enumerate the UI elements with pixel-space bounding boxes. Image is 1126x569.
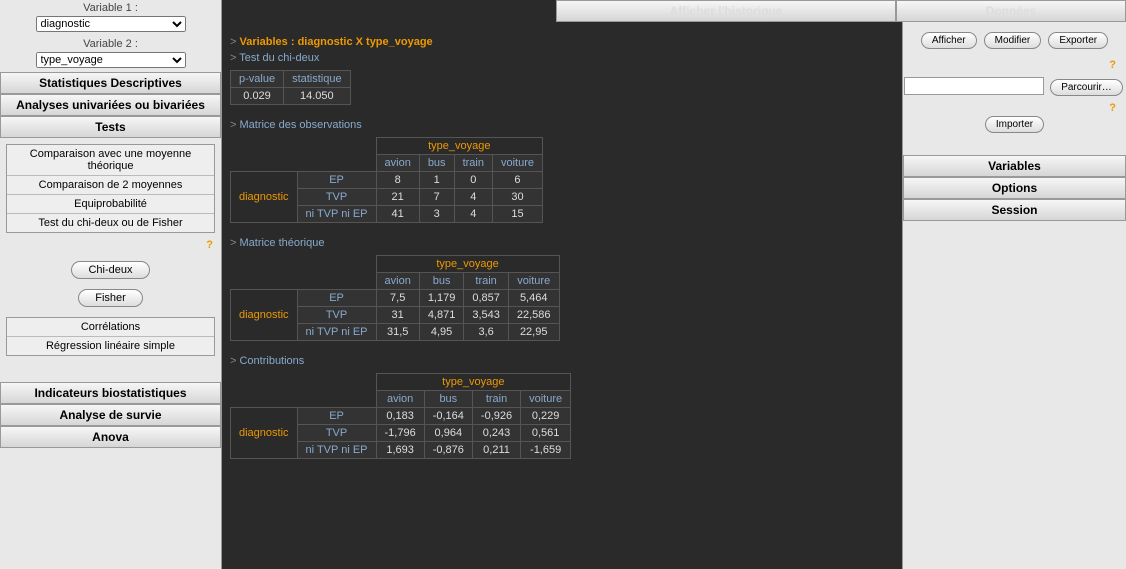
chi2-pvalue-header: p-value	[231, 71, 284, 88]
section-biostat[interactable]: Indicateurs biostatistiques	[0, 382, 221, 404]
menu-comp-2-moyennes[interactable]: Comparaison de 2 moyennes	[7, 176, 214, 195]
section-tests[interactable]: Tests	[0, 116, 221, 138]
variables-header[interactable]: Variables	[903, 155, 1126, 177]
menu-chi2-fisher[interactable]: Test du chi-deux ou de Fisher	[7, 214, 214, 232]
sidebar-right: Afficher Modifier Exporter ? Parcourir… …	[902, 0, 1126, 569]
section-stats-desc[interactable]: Statistiques Descriptives	[0, 72, 221, 94]
menu-correlations[interactable]: Corrélations	[7, 318, 214, 337]
contributions-label: > Contributions	[230, 355, 894, 367]
modifier-button[interactable]: Modifier	[984, 32, 1042, 49]
tests-menu: Comparaison avec une moyenne théorique C…	[6, 144, 215, 233]
section-analyses[interactable]: Analyses univariées ou bivariées	[0, 94, 221, 116]
variable-1-select[interactable]: diagnostic	[36, 16, 186, 32]
sidebar-left: Variable 1 : diagnostic Variable 2 : typ…	[0, 0, 222, 569]
menu-equiprobabilite[interactable]: Equiprobabilité	[7, 195, 214, 214]
help-icon-tests[interactable]: ?	[0, 239, 221, 251]
afficher-historique-header[interactable]: Afficher l'historique	[556, 0, 896, 22]
help-icon-data[interactable]: ?	[903, 59, 1126, 71]
correlations-box: Corrélations Régression linéaire simple	[6, 317, 215, 356]
variable-1-label: Variable 1 :	[0, 0, 221, 16]
chi2-result-table: p-valuestatistique 0.02914.050	[230, 70, 351, 105]
theorique-matrix-label: > Matrice théorique	[230, 237, 894, 249]
donnees-header[interactable]: Données	[896, 0, 902, 22]
variable-2-select[interactable]: type_voyage	[36, 52, 186, 68]
output-title: > Variables : diagnostic X type_voyage	[230, 36, 894, 48]
help-icon-import[interactable]: ?	[903, 102, 1126, 114]
contributions-matrix: type_voyage avionbustrainvoiture diagnos…	[230, 373, 571, 459]
menu-comp-theorique[interactable]: Comparaison avec une moyenne théorique	[7, 145, 214, 176]
chi-deux-button[interactable]: Chi-deux	[71, 261, 149, 279]
chi2-stat: 14.050	[284, 88, 351, 105]
variable-2-label: Variable 2 :	[0, 36, 221, 52]
chi2-stat-header: statistique	[284, 71, 351, 88]
importer-button[interactable]: Importer	[985, 116, 1044, 133]
file-path-input[interactable]	[904, 77, 1044, 95]
parcourir-button[interactable]: Parcourir…	[1050, 79, 1123, 96]
main-output: Afficher l'historique Données > Variable…	[222, 0, 902, 569]
observation-matrix: type_voyage avionbustrainvoiture diagnos…	[230, 137, 543, 223]
section-survie[interactable]: Analyse de survie	[0, 404, 221, 426]
options-header[interactable]: Options	[903, 177, 1126, 199]
afficher-button[interactable]: Afficher	[921, 32, 977, 49]
session-header[interactable]: Session	[903, 199, 1126, 221]
obs-matrix-label: > Matrice des observations	[230, 119, 894, 131]
fisher-button[interactable]: Fisher	[78, 289, 143, 307]
theorique-matrix: type_voyage avionbustrainvoiture diagnos…	[230, 255, 560, 341]
section-anova[interactable]: Anova	[0, 426, 221, 448]
menu-regression[interactable]: Régression linéaire simple	[7, 337, 214, 355]
exporter-button[interactable]: Exporter	[1048, 32, 1108, 49]
chi2-pvalue: 0.029	[231, 88, 284, 105]
chi2-test-label: > Test du chi-deux	[230, 52, 894, 64]
